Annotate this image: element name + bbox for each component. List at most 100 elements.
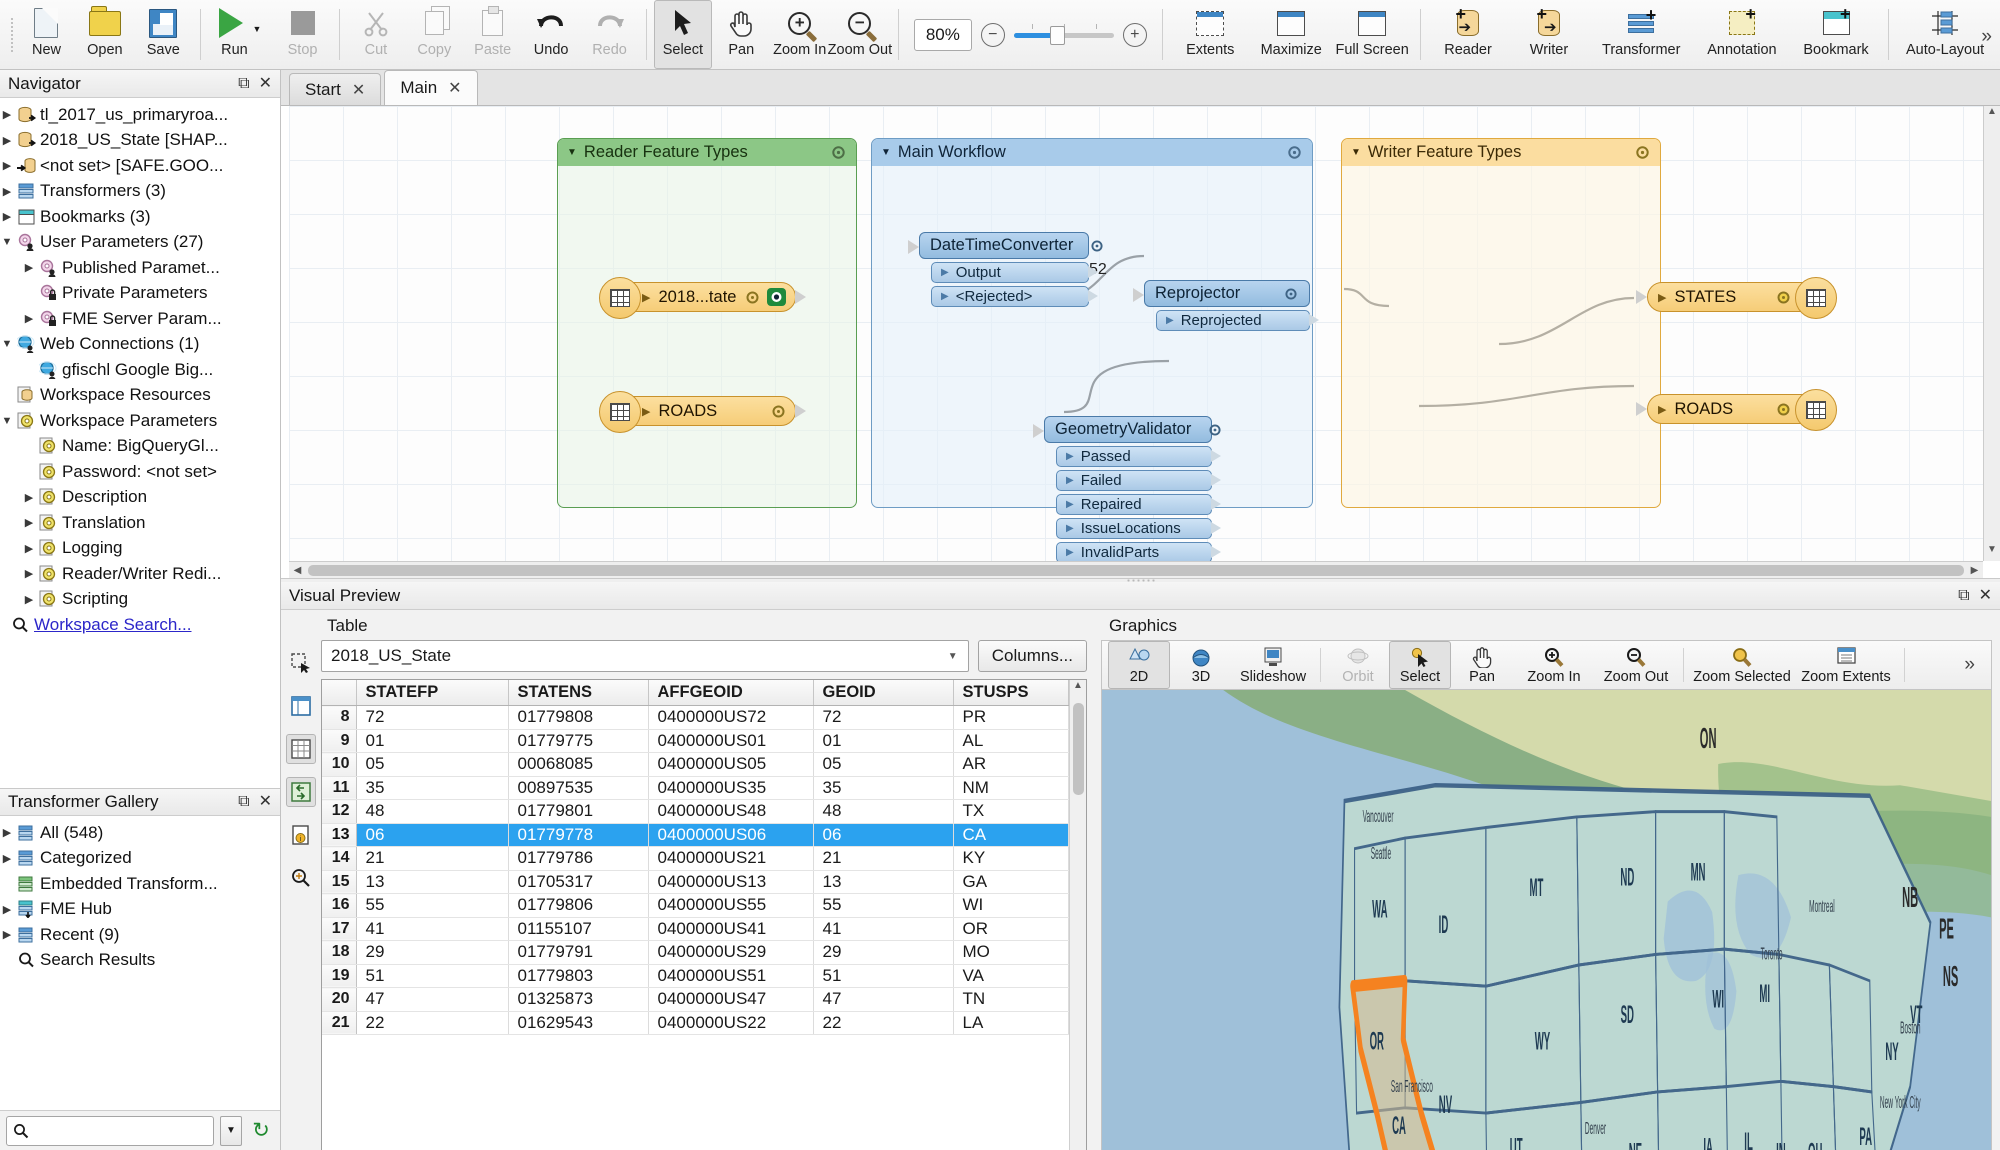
navigator-item-reader-writer-redirects[interactable]: Reader/Writer Redi... bbox=[0, 561, 280, 587]
cell-stusps[interactable]: PR bbox=[953, 705, 1069, 730]
bookmark-gear-icon[interactable] bbox=[1634, 144, 1651, 161]
transformer-gear-icon[interactable] bbox=[1089, 238, 1105, 254]
navigator-item-label[interactable]: Workspace Search... bbox=[34, 615, 191, 635]
cell-affgeoid[interactable]: 0400000US21 bbox=[648, 846, 814, 871]
scroll-up-arrow-icon[interactable]: ▲ bbox=[1073, 680, 1083, 697]
table-row[interactable]: 10 05 00068085 0400000US05 05 AR bbox=[322, 752, 1069, 777]
cell-statefp[interactable]: 55 bbox=[356, 893, 509, 918]
output-port[interactable] bbox=[795, 290, 806, 304]
cell-stusps[interactable]: TN bbox=[953, 987, 1069, 1012]
transformer-port-passed[interactable]: ▶ Passed bbox=[1056, 446, 1221, 467]
expand-arrow-icon[interactable]: ▶ bbox=[642, 291, 650, 304]
twisty-icon[interactable] bbox=[0, 108, 14, 121]
add-bookmark-button[interactable]: + Bookmark bbox=[1791, 0, 1881, 69]
cell-stusps[interactable]: GA bbox=[953, 870, 1069, 894]
close-panel-icon[interactable]: ✕ bbox=[1979, 587, 1992, 604]
output-port[interactable] bbox=[1211, 522, 1221, 534]
twisty-icon[interactable] bbox=[22, 542, 36, 555]
table-row[interactable]: 12 48 01779801 0400000US48 48 TX bbox=[322, 799, 1069, 824]
cell-geoid[interactable]: 72 bbox=[813, 705, 954, 730]
column-header-affgeoid[interactable]: AFFGEOID bbox=[648, 680, 814, 706]
table-row-selected[interactable]: 13 06 01779778 0400000US06 06 CA bbox=[322, 823, 1069, 847]
cell-geoid[interactable]: 06 bbox=[813, 823, 954, 847]
transformer-gallery-tree[interactable]: All (548) Categorized Embedded Tr bbox=[0, 816, 280, 1110]
canvas-vertical-scrollbar[interactable]: ▲ ▼ bbox=[1983, 106, 2000, 561]
chevron-down-icon[interactable]: ▼ bbox=[1351, 147, 1361, 158]
graphics-toolbar-overflow-button[interactable]: » bbox=[1964, 641, 1985, 689]
select-tool-button[interactable]: Select bbox=[653, 0, 713, 69]
columns-button[interactable]: Columns... bbox=[977, 640, 1087, 672]
twisty-icon[interactable] bbox=[22, 261, 36, 274]
zoom-selected-button[interactable]: Zoom Selected bbox=[1690, 641, 1794, 689]
twisty-icon[interactable] bbox=[22, 593, 36, 606]
scroll-right-arrow-icon[interactable]: ▶ bbox=[1966, 565, 1983, 576]
pan-tool-button[interactable]: Pan bbox=[712, 0, 770, 69]
bookmark-header[interactable]: ▼ Writer Feature Types bbox=[1342, 139, 1660, 166]
cell-geoid[interactable]: 51 bbox=[813, 964, 954, 988]
zoom-slider[interactable] bbox=[1013, 23, 1114, 46]
cell-affgeoid[interactable]: 0400000US48 bbox=[648, 799, 814, 824]
output-port[interactable] bbox=[1211, 450, 1221, 462]
cell-stusps[interactable]: LA bbox=[953, 1011, 1069, 1035]
cell-affgeoid[interactable]: 0400000US72 bbox=[648, 705, 814, 730]
twisty-icon[interactable] bbox=[0, 415, 14, 427]
table-row[interactable]: 18 29 01779791 0400000US29 29 MO bbox=[322, 940, 1069, 965]
feature-type-2018-us-state[interactable]: ▶ 2018...tate bbox=[599, 277, 806, 319]
gallery-search-input[interactable] bbox=[6, 1115, 214, 1146]
table-row[interactable]: 8 72 01779808 0400000US72 72 PR bbox=[322, 705, 1069, 730]
navigator-item-workspace-resources[interactable]: Workspace Resources bbox=[0, 383, 280, 409]
cell-geoid[interactable]: 29 bbox=[813, 940, 954, 965]
add-writer-button[interactable]: + ➔ Writer bbox=[1509, 0, 1590, 69]
add-annotation-button[interactable]: + Annotation bbox=[1693, 0, 1791, 69]
expand-arrow-icon[interactable]: ▶ bbox=[642, 405, 650, 418]
input-port[interactable] bbox=[1033, 424, 1044, 438]
cell-geoid[interactable]: 48 bbox=[813, 799, 954, 824]
transformer-port-failed[interactable]: ▶ Failed bbox=[1056, 470, 1221, 491]
navigator-item-bookmarks[interactable]: Bookmarks (3) bbox=[0, 204, 280, 230]
feature-type-roads-reader[interactable]: ▶ ROADS bbox=[599, 391, 806, 433]
navigator-item-scripting[interactable]: Scripting bbox=[0, 587, 280, 613]
cell-geoid[interactable]: 01 bbox=[813, 729, 954, 753]
twisty-icon[interactable] bbox=[0, 338, 14, 350]
cell-statefp[interactable]: 22 bbox=[356, 1011, 509, 1035]
navigator-item-gfischl-google-bigquery[interactable]: gfischl Google Big... bbox=[0, 357, 280, 383]
table-row[interactable]: 9 01 01779775 0400000US01 01 AL bbox=[322, 729, 1069, 753]
cell-geoid[interactable]: 21 bbox=[813, 846, 954, 871]
cell-affgeoid[interactable]: 0400000US51 bbox=[648, 964, 814, 988]
cell-stusps[interactable]: OR bbox=[953, 917, 1069, 941]
cell-affgeoid[interactable]: 0400000US47 bbox=[648, 987, 814, 1012]
input-port[interactable] bbox=[1636, 402, 1647, 416]
transformer-port-output[interactable]: ▶ Output bbox=[931, 262, 1098, 283]
expand-arrow-icon[interactable]: ▶ bbox=[1658, 291, 1666, 304]
cell-geoid[interactable]: 13 bbox=[813, 870, 954, 894]
feature-type-gear-icon[interactable] bbox=[1775, 289, 1792, 306]
cell-statefp[interactable]: 21 bbox=[356, 846, 509, 871]
input-port[interactable] bbox=[908, 240, 919, 254]
workflow-canvas[interactable]: ▼ Reader Feature Types ▼ Main Workflow ▼… bbox=[289, 106, 1983, 561]
navigator-item-translation[interactable]: Translation bbox=[0, 510, 280, 536]
cell-stusps[interactable]: WI bbox=[953, 893, 1069, 918]
tab-start[interactable]: Start ✕ bbox=[289, 73, 382, 105]
restore-panel-icon[interactable]: ⧉ bbox=[1958, 587, 1969, 604]
zoom-out-button[interactable]: − Zoom Out bbox=[828, 0, 892, 69]
feature-info-inspect-icon[interactable] bbox=[286, 648, 316, 678]
zoom-level-input[interactable]: 80% bbox=[913, 18, 972, 51]
cell-statens[interactable]: 01779801 bbox=[508, 799, 649, 824]
navigator-item-private-parameters[interactable]: Private Parameters bbox=[0, 281, 280, 307]
twisty-icon[interactable] bbox=[0, 159, 14, 172]
transformer-datetimeconverter[interactable]: DateTimeConverter ▶ Output ▶ <Rejected> bbox=[908, 232, 1103, 307]
twisty-icon[interactable] bbox=[0, 852, 14, 865]
zoom-decrease-button[interactable]: − bbox=[980, 22, 1005, 47]
scroll-up-arrow-icon[interactable]: ▲ bbox=[1987, 106, 1997, 123]
output-port[interactable] bbox=[795, 404, 806, 418]
table-view-icon[interactable] bbox=[286, 691, 316, 721]
transformer-header[interactable]: Reprojector bbox=[1133, 280, 1310, 307]
scroll-left-arrow-icon[interactable]: ◀ bbox=[289, 565, 306, 576]
expand-arrow-icon[interactable]: ▶ bbox=[1658, 403, 1666, 416]
cell-stusps[interactable]: AL bbox=[953, 729, 1069, 753]
cell-statefp[interactable]: 01 bbox=[356, 729, 509, 753]
table-row[interactable]: 16 55 01779806 0400000US55 55 WI bbox=[322, 893, 1069, 918]
run-button[interactable]: ▼ Run bbox=[207, 0, 273, 69]
cell-statens[interactable]: 00897535 bbox=[508, 776, 649, 800]
feature-type-gear-icon[interactable] bbox=[770, 403, 787, 420]
